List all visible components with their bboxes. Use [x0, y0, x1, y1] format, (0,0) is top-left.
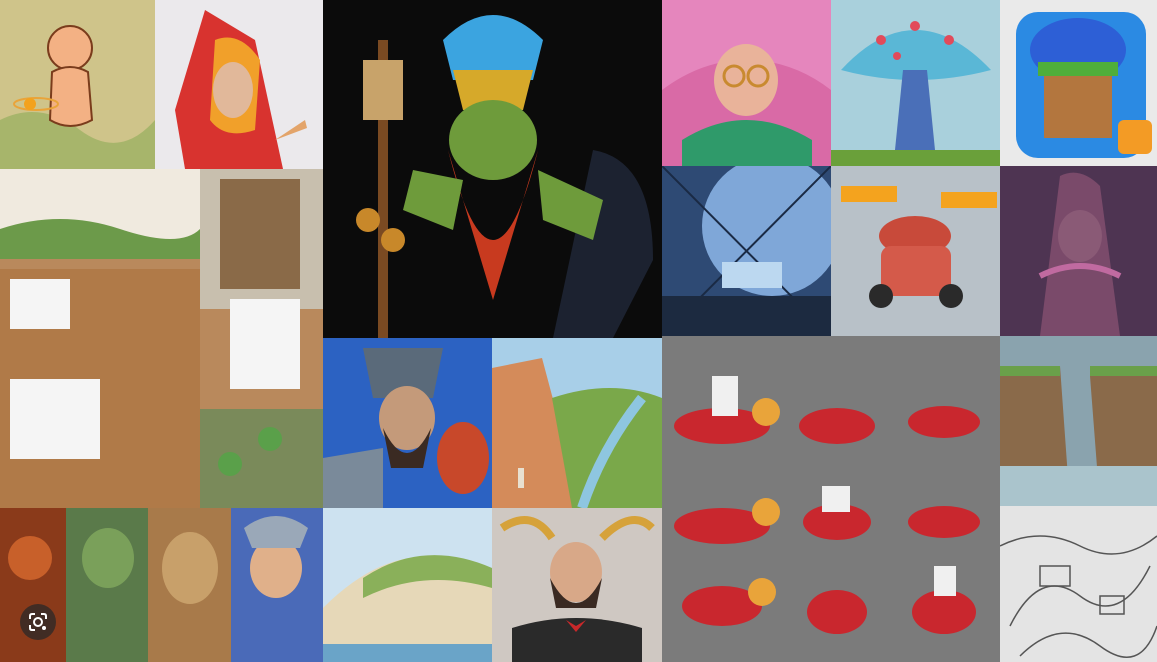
- tile-blue-hat-dwarf-app-icon[interactable]: [1000, 0, 1157, 166]
- tile-pencil-city-sketch[interactable]: [1000, 506, 1157, 662]
- coastal-cliffs-illustration: [323, 508, 492, 662]
- tree-monster-illustration: [1000, 166, 1157, 336]
- mushroom-illustration: [831, 0, 1000, 166]
- restaurant-illustration: [0, 169, 323, 508]
- bald-kid-illustration: [0, 0, 155, 169]
- space-station-illustration: [662, 166, 831, 336]
- tile-goblin-shaman-hero[interactable]: [323, 0, 662, 338]
- goblin-shaman-illustration: [323, 0, 662, 338]
- boat-sprites-illustration: [662, 336, 1000, 662]
- tile-character-sketch-bald-kid[interactable]: [0, 0, 155, 169]
- tile-pink-haired-elf-girl[interactable]: [662, 0, 831, 166]
- tile-red-hooded-wizard[interactable]: [155, 0, 323, 169]
- lens-search-button[interactable]: [20, 604, 56, 640]
- racing-kart-illustration: [831, 166, 1000, 336]
- tile-canyon-landscape[interactable]: [492, 338, 662, 508]
- tile-coastal-cliffs[interactable]: [323, 508, 492, 662]
- armored-knight-illustration: [323, 338, 492, 508]
- tile-racing-kart[interactable]: [831, 166, 1000, 336]
- nobleman-illustration: [492, 508, 662, 662]
- tile-space-station-interior[interactable]: [662, 166, 831, 336]
- pencil-sketch-illustration: [1000, 506, 1157, 662]
- tile-armored-knight-bust[interactable]: [323, 338, 492, 508]
- tile-bearded-nobleman[interactable]: [492, 508, 662, 662]
- cliff-waterfall-illustration: [1000, 336, 1157, 506]
- character-lineup-illustration: [0, 508, 323, 662]
- dwarf-app-icon-illustration: [1000, 0, 1157, 166]
- tile-cliff-waterfall[interactable]: [1000, 336, 1157, 506]
- tile-giant-mushroom[interactable]: [831, 0, 1000, 166]
- canyon-landscape-illustration: [492, 338, 662, 508]
- tile-boat-sprite-sheet[interactable]: [662, 336, 1000, 662]
- tile-fantasy-character-lineup[interactable]: [0, 508, 323, 662]
- tile-tree-monster[interactable]: [1000, 166, 1157, 336]
- elf-girl-illustration: [662, 0, 831, 166]
- tile-isometric-restaurant[interactable]: [0, 169, 323, 508]
- lens-icon: [29, 613, 47, 631]
- red-hood-wizard-illustration: [155, 0, 323, 169]
